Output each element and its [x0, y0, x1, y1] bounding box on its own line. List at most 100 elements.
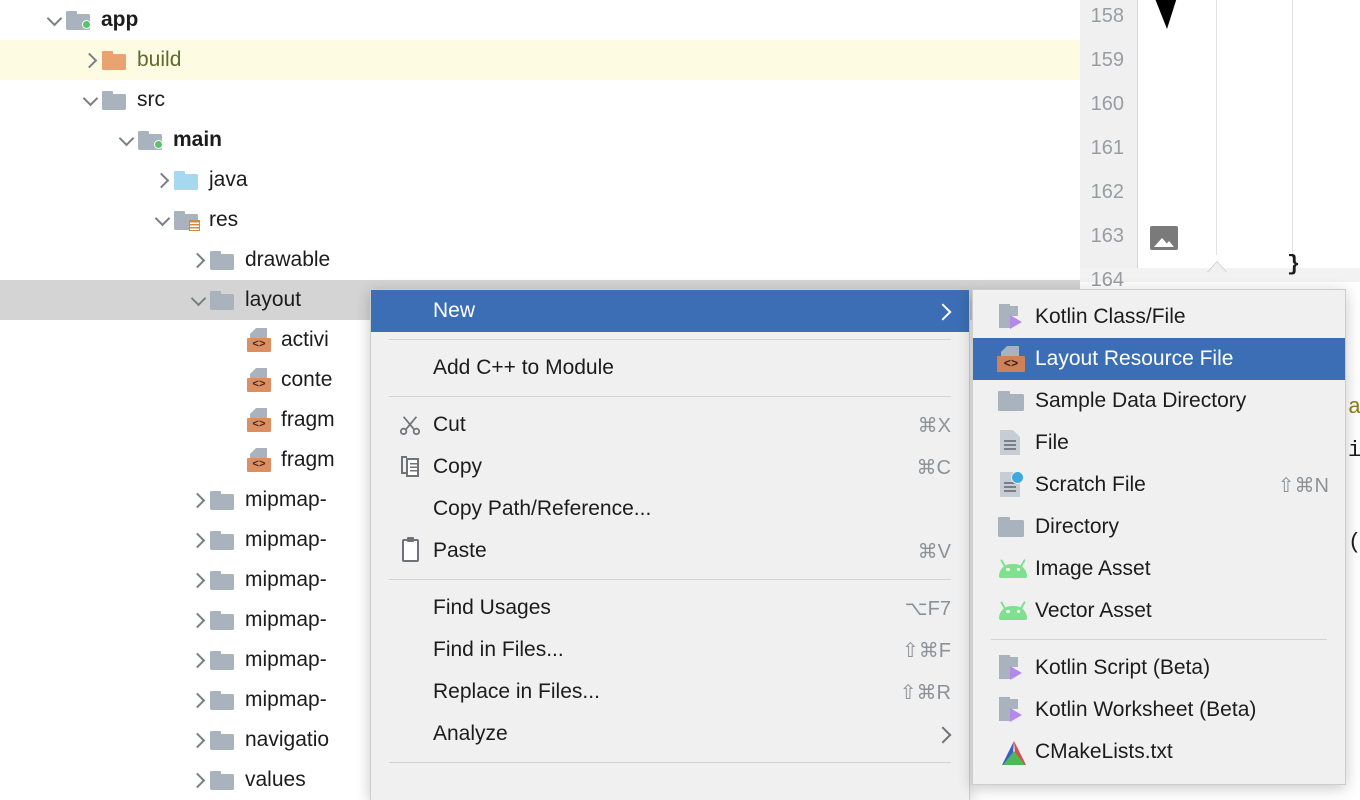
folder-grey-icon [102, 91, 126, 110]
tree-twisty-collapsed-icon[interactable] [188, 529, 210, 551]
tree-twisty-expanded-icon[interactable] [80, 89, 102, 111]
tree-item-icon [138, 128, 164, 152]
editor-indent-guide-2 [1292, 0, 1293, 258]
tree-row[interactable]: app [0, 0, 1080, 40]
tree-item-label: drawable [245, 248, 330, 272]
folder-grey-icon [210, 691, 234, 710]
folder-grey-icon [210, 531, 234, 550]
folder-grey-icon [210, 771, 234, 790]
copy-icon [397, 454, 433, 480]
editor-line-number: 159 [1080, 49, 1124, 72]
android-icon [995, 555, 1035, 583]
xml-tag-badge: <> [247, 458, 271, 472]
context-menu[interactable]: New Add C++ to Module Cut⌘XCopy⌘CCopy Path… [370, 289, 970, 800]
folder-grey-icon [210, 491, 234, 510]
image-preview-icon[interactable] [1150, 226, 1178, 250]
tree-row[interactable]: java [0, 160, 1080, 200]
folder-body [210, 654, 234, 670]
tree-twisty-expanded-icon[interactable] [44, 9, 66, 31]
menu-item-copy[interactable]: Copy⌘C [371, 446, 969, 488]
folder-body [102, 54, 126, 70]
tree-twisty-collapsed-icon[interactable] [188, 769, 210, 791]
folder-body [210, 294, 234, 310]
code-fragment-paren: ( [1348, 530, 1360, 555]
kotlin-file-glyph [997, 655, 1023, 681]
file-lines [1004, 440, 1016, 451]
tree-twisty-collapsed-icon[interactable] [188, 249, 210, 271]
code-fold-marker-icon[interactable] [1207, 262, 1227, 273]
screen-root: appbuildsrcmainjavaresdrawablelayout<>ac… [0, 0, 1360, 800]
submenu-item-kotlin-class-file[interactable]: Kotlin Class/File [973, 296, 1345, 338]
tree-twisty-collapsed-icon[interactable] [188, 609, 210, 631]
tree-row[interactable]: res [0, 200, 1080, 240]
tree-row[interactable]: src [0, 80, 1080, 120]
tree-twisty-expanded-icon[interactable] [116, 129, 138, 151]
tree-row[interactable]: drawable [0, 240, 1080, 280]
submenu-item-label: Sample Data Directory [1035, 389, 1329, 413]
menu-item-icon [397, 298, 433, 324]
tree-twisty-expanded-icon[interactable] [188, 289, 210, 311]
submenu-item-file[interactable]: File [973, 422, 1345, 464]
tree-item-label: res [209, 208, 238, 232]
tree-item-icon [66, 8, 92, 32]
tree-twisty-placeholder [224, 369, 246, 391]
submenu-item-directory[interactable]: Directory [973, 506, 1345, 548]
tree-twisty-expanded-icon[interactable] [152, 209, 174, 231]
submenu-item-kotlin-script-beta[interactable]: Kotlin Script (Beta) [973, 647, 1345, 689]
menu-item-label: Find Usages [433, 596, 905, 620]
xml-tag-badge: <> [247, 378, 271, 392]
new-submenu[interactable]: Kotlin Class/File<>Layout Resource File S… [972, 289, 1346, 785]
tree-item-label: mipmap- [245, 528, 327, 552]
submenu-item-kotlin-worksheet-beta[interactable]: Kotlin Worksheet (Beta) [973, 689, 1345, 731]
submenu-item-scratch-file[interactable]: Scratch File⇧⌘N [973, 464, 1345, 506]
module-badge-icon [82, 20, 91, 29]
android-eye-left [1006, 568, 1010, 572]
tree-twisty-collapsed-icon[interactable] [188, 649, 210, 671]
menu-item-paste[interactable]: Paste⌘V [371, 530, 969, 572]
module-badge-icon [154, 140, 163, 149]
submenu-item-sample-data-directory[interactable]: Sample Data Directory [973, 380, 1345, 422]
menu-item-find-usages[interactable]: Find Usages⌥F7 [371, 587, 969, 629]
submenu-item-label: Scratch File [1035, 473, 1278, 497]
tree-row[interactable]: main [0, 120, 1080, 160]
android-eye-right [1017, 568, 1021, 572]
tree-item-icon [174, 168, 200, 192]
folder-body [998, 394, 1024, 411]
folder-orange-icon [102, 51, 126, 70]
kotlin-file-icon [995, 696, 1035, 724]
menu-item-analyze[interactable]: Analyze [371, 713, 969, 755]
tree-row[interactable]: build [0, 40, 1080, 80]
tree-twisty-collapsed-icon[interactable] [188, 569, 210, 591]
folder-glyph [998, 391, 1024, 411]
xml-tag-badge: <> [997, 356, 1025, 372]
tree-twisty-collapsed-icon[interactable] [80, 49, 102, 71]
tree-twisty-collapsed-icon[interactable] [188, 689, 210, 711]
android-eye-left [1006, 610, 1010, 614]
menu-item-add-c-to-module[interactable]: Add C++ to Module [371, 347, 969, 389]
tree-item-icon: <> [246, 448, 272, 472]
submenu-item-image-asset[interactable]: Image Asset [973, 548, 1345, 590]
tree-item-label: src [137, 88, 165, 112]
menu-item-copy-path-reference[interactable]: Copy Path/Reference... [371, 488, 969, 530]
submenu-item-cmakelists-txt[interactable]: CMakeLists.txt [973, 731, 1345, 773]
menu-item-find-in-files[interactable]: Find in Files...⇧⌘F [371, 629, 969, 671]
editor-gutter[interactable]: 158159160161162163164 [1080, 0, 1138, 268]
tree-twisty-collapsed-icon[interactable] [188, 489, 210, 511]
xml-layout-icon: <> [995, 345, 1035, 373]
folder-grey-icon [210, 291, 234, 310]
folder-body [210, 734, 234, 750]
menu-item-icon [397, 355, 433, 381]
tree-item-icon [210, 288, 236, 312]
menu-separator [389, 339, 951, 340]
menu-item-new[interactable]: New [371, 290, 969, 332]
tree-item-label: activi [281, 328, 329, 352]
menu-item-replace-in-files[interactable]: Replace in Files...⇧⌘R [371, 671, 969, 713]
submenu-item-vector-asset[interactable]: Vector Asset [973, 590, 1345, 632]
tree-item-label: mipmap- [245, 648, 327, 672]
file-glyph [1000, 472, 1022, 498]
tree-twisty-collapsed-icon[interactable] [188, 729, 210, 751]
tree-twisty-collapsed-icon[interactable] [152, 169, 174, 191]
menu-item-cut[interactable]: Cut⌘X [371, 404, 969, 446]
submenu-item-label: Directory [1035, 515, 1329, 539]
submenu-item-layout-resource-file[interactable]: <>Layout Resource File [973, 338, 1345, 380]
